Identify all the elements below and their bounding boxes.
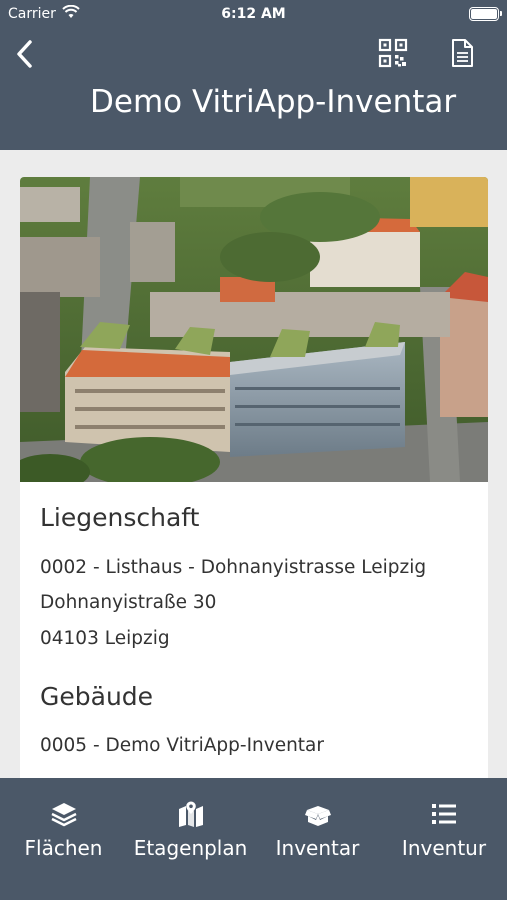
tab-label: Inventur (401, 836, 487, 860)
page-title: Demo VitriApp-Inventar (90, 84, 457, 120)
property-line: 0002 - Listhaus - Dohnanyistrasse Leipzi… (40, 557, 427, 578)
tab-flaechen[interactable]: Flächen (0, 778, 127, 878)
building-card: Liegenschaft 0002 - Listhaus - Dohnanyis… (20, 177, 488, 778)
box-icon (304, 806, 331, 826)
tab-etagenplan[interactable]: Etagenplan (127, 778, 254, 878)
document-icon (452, 39, 473, 67)
qr-scan-button[interactable] (378, 38, 408, 68)
list-icon (432, 804, 456, 824)
property-heading: Liegenschaft (40, 503, 200, 532)
building-heading: Gebäude (40, 682, 154, 711)
property-line: 04103 Leipzig (40, 628, 170, 649)
property-line: Dohnanyistraße 30 (40, 592, 217, 613)
back-button[interactable] (10, 36, 42, 72)
tab-bar: Flächen Etagenplan Inventar Inventur (0, 778, 507, 900)
clock: 6:12 AM (221, 6, 286, 22)
qr-code-icon (378, 38, 408, 68)
map-icon (178, 801, 203, 827)
nav-header: Demo VitriApp-Inventar (0, 28, 507, 150)
battery-icon (469, 7, 502, 21)
status-bar: Carrier 6:12 AM (0, 0, 507, 28)
building-line: 0005 - Demo VitriApp-Inventar (40, 735, 325, 756)
tab-inventur[interactable]: Inventur (381, 778, 507, 878)
building-photo (20, 177, 488, 482)
tab-inventar[interactable]: Inventar (254, 778, 381, 878)
tab-label: Flächen (24, 836, 103, 860)
tab-label: Inventar (275, 836, 360, 860)
layers-icon (50, 803, 77, 827)
tab-label: Etagenplan (133, 836, 248, 860)
content-area[interactable]: Liegenschaft 0002 - Listhaus - Dohnanyis… (0, 150, 507, 778)
document-button[interactable] (448, 38, 476, 68)
chevron-left-icon (17, 40, 32, 68)
